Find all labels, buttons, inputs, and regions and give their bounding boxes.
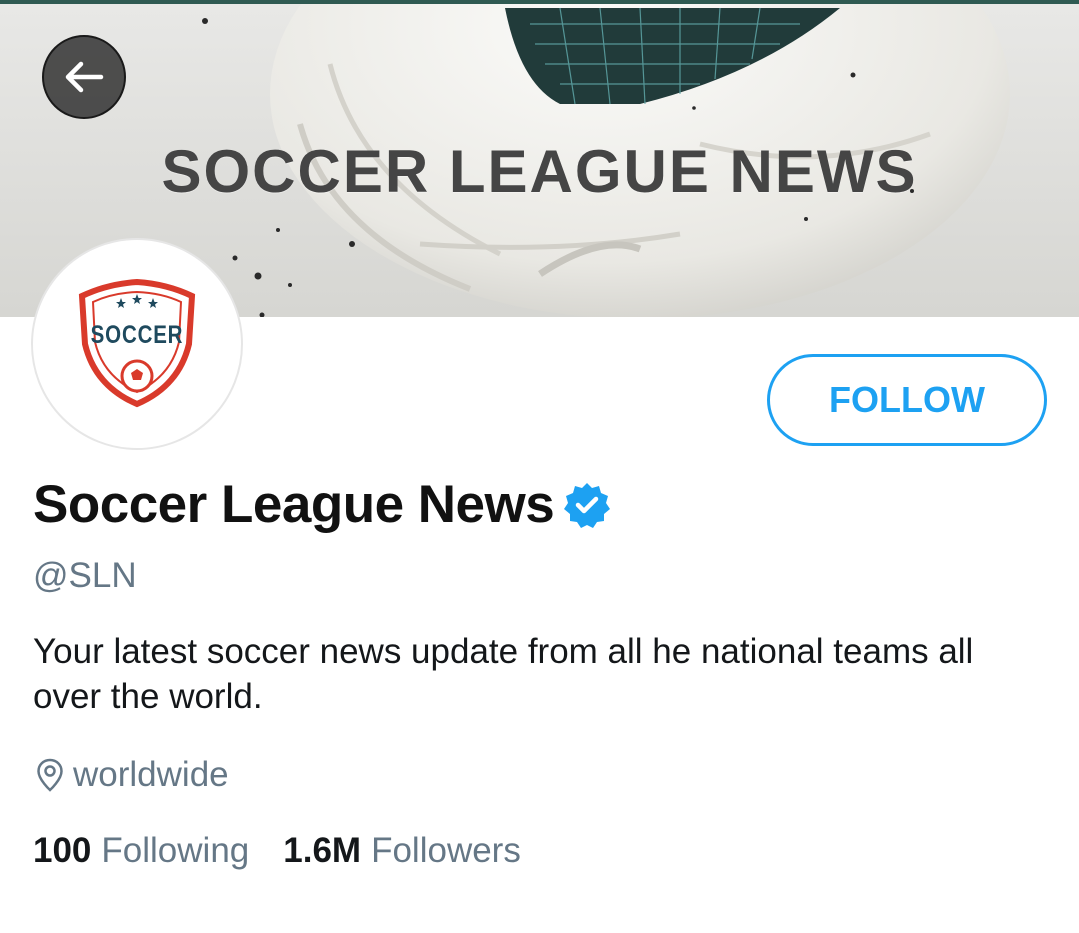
profile-location: worldwide bbox=[35, 755, 229, 795]
soccer-shield-logo: SOCCER bbox=[67, 274, 207, 414]
avatar[interactable]: SOCCER bbox=[31, 238, 243, 450]
follow-button[interactable]: FOLLOW bbox=[767, 354, 1047, 446]
display-name: Soccer League News bbox=[33, 475, 555, 534]
following-link[interactable]: 100 Following bbox=[33, 831, 249, 871]
location-pin-icon bbox=[37, 758, 63, 792]
following-label: Following bbox=[101, 831, 250, 870]
followers-label: Followers bbox=[371, 831, 521, 870]
profile-stats: 100 Following 1.6M Followers bbox=[33, 831, 521, 871]
banner-title: SOCCER LEAGUE NEWS bbox=[161, 138, 918, 205]
followers-count: 1.6M bbox=[283, 831, 362, 870]
location-text: worldwide bbox=[73, 755, 229, 794]
display-name-row: Soccer League News bbox=[33, 474, 612, 535]
profile-handle: @SLN bbox=[33, 556, 137, 595]
profile-bio: Your latest soccer news update from all … bbox=[33, 632, 974, 716]
avatar-text: SOCCER bbox=[90, 321, 184, 349]
arrow-left-icon bbox=[65, 61, 104, 93]
back-button[interactable] bbox=[42, 35, 126, 119]
following-count: 100 bbox=[33, 831, 92, 870]
followers-link[interactable]: 1.6M Followers bbox=[283, 831, 521, 871]
verified-badge-icon bbox=[564, 482, 611, 528]
